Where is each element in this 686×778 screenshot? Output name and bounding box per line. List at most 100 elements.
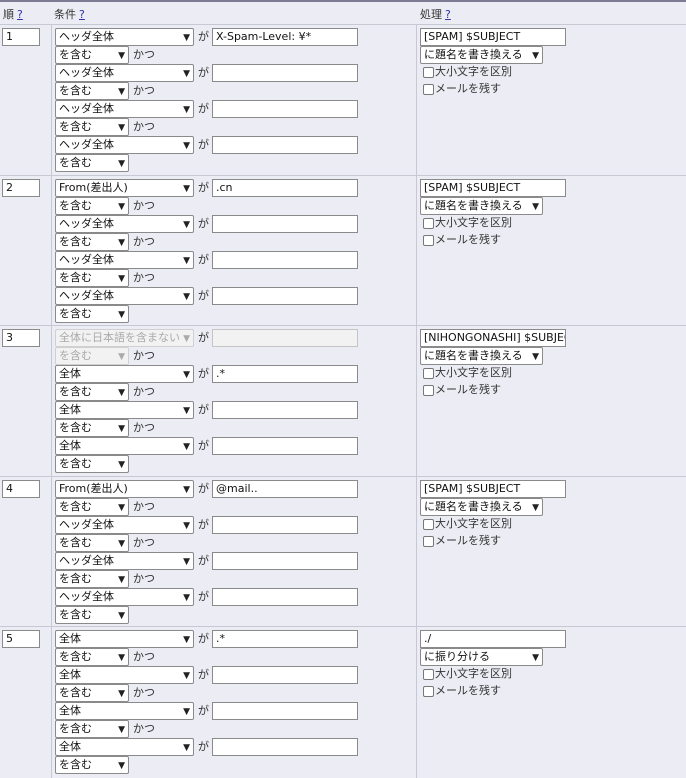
action-value-input[interactable]: [SPAM] $SUBJECT bbox=[420, 179, 566, 197]
condition-value-input[interactable] bbox=[212, 136, 358, 154]
keep-mail-checkbox[interactable] bbox=[423, 235, 434, 246]
condition-value-input[interactable] bbox=[212, 516, 358, 534]
condition-op-select-value: を含む bbox=[59, 500, 92, 513]
condition-op-select[interactable]: を含む ▼ bbox=[55, 606, 129, 624]
condition-field-select[interactable]: ヘッダ全体 ▼ bbox=[55, 516, 194, 534]
condition-field-select[interactable]: 全体 ▼ bbox=[55, 401, 194, 419]
chevron-down-icon: ▼ bbox=[183, 557, 190, 567]
keep-mail-checkbox[interactable] bbox=[423, 686, 434, 697]
condition-field-select[interactable]: 全体 ▼ bbox=[55, 738, 194, 756]
condition-field-select[interactable]: 全体 ▼ bbox=[55, 437, 194, 455]
condition-value-input[interactable] bbox=[212, 64, 358, 82]
katsu-label: かつ bbox=[133, 650, 155, 663]
condition-field-select[interactable]: ヘッダ全体 ▼ bbox=[55, 552, 194, 570]
condition-field-select[interactable]: 全体 ▼ bbox=[55, 365, 194, 383]
condition-field-select[interactable]: 全体 ▼ bbox=[55, 630, 194, 648]
condition-op-select[interactable]: を含む ▼ bbox=[55, 118, 129, 136]
condition-value-input[interactable]: @mail.. bbox=[212, 480, 358, 498]
action-type-select[interactable]: に題名を書き換える ▼ bbox=[420, 347, 543, 365]
condition-op-select[interactable]: を含む ▼ bbox=[55, 419, 129, 437]
action-type-select[interactable]: に題名を書き換える ▼ bbox=[420, 197, 543, 215]
chevron-down-icon: ▼ bbox=[118, 460, 125, 470]
condition-field-select[interactable]: ヘッダ全体 ▼ bbox=[55, 251, 194, 269]
chevron-down-icon: ▼ bbox=[183, 521, 190, 531]
condition-op-select[interactable]: を含む ▼ bbox=[55, 756, 129, 774]
help-link-order[interactable]: ? bbox=[17, 8, 23, 21]
condition-field-select[interactable]: ヘッダ全体 ▼ bbox=[55, 588, 194, 606]
keep-mail-label: メールを残す bbox=[435, 534, 501, 547]
action-value-input[interactable]: ./ bbox=[420, 630, 566, 648]
condition-value-input[interactable]: .* bbox=[212, 630, 358, 648]
action-type-select[interactable]: に振り分ける ▼ bbox=[420, 648, 543, 666]
condition-field-select[interactable]: ヘッダ全体 ▼ bbox=[55, 136, 194, 154]
condition-value-input[interactable] bbox=[212, 552, 358, 570]
condition-field-select[interactable]: ヘッダ全体 ▼ bbox=[55, 64, 194, 82]
condition-op-select[interactable]: を含む ▼ bbox=[55, 233, 129, 251]
condition-value-input[interactable] bbox=[212, 215, 358, 233]
condition-op-select[interactable]: を含む ▼ bbox=[55, 269, 129, 287]
condition-op-select[interactable]: を含む ▼ bbox=[55, 684, 129, 702]
case-sensitive-checkbox[interactable] bbox=[423, 519, 434, 530]
condition-value-input[interactable]: X-Spam-Level: ¥* bbox=[212, 28, 358, 46]
action-type-select[interactable]: に題名を書き換える ▼ bbox=[420, 498, 543, 516]
condition-value-input[interactable] bbox=[212, 287, 358, 305]
condition-field-select[interactable]: From(差出人) ▼ bbox=[55, 179, 194, 197]
condition-op-select[interactable]: を含む ▼ bbox=[55, 154, 129, 172]
keep-mail-checkbox[interactable] bbox=[423, 84, 434, 95]
condition-field-select[interactable]: ヘッダ全体 ▼ bbox=[55, 287, 194, 305]
condition-op-select[interactable]: を含む ▼ bbox=[55, 305, 129, 323]
condition-op-select[interactable]: を含む ▼ bbox=[55, 455, 129, 473]
chevron-down-icon: ▼ bbox=[118, 761, 125, 771]
condition-field-select[interactable]: ヘッダ全体 ▼ bbox=[55, 100, 194, 118]
condition-op-select[interactable]: を含む ▼ bbox=[55, 498, 129, 516]
condition-value-input[interactable] bbox=[212, 666, 358, 684]
ga-label: が bbox=[198, 403, 209, 416]
action-value-input[interactable]: [SPAM] $SUBJECT bbox=[420, 28, 566, 46]
rule-order-input[interactable]: 2 bbox=[2, 179, 40, 197]
condition-field-select[interactable]: ヘッダ全体 ▼ bbox=[55, 28, 194, 46]
condition-value-input[interactable] bbox=[212, 738, 358, 756]
condition-field-select-value: ヘッダ全体 bbox=[59, 30, 114, 43]
condition-field-select[interactable]: 全体 ▼ bbox=[55, 702, 194, 720]
condition-op-select[interactable]: を含む ▼ bbox=[55, 570, 129, 588]
condition-field-select[interactable]: 全体 ▼ bbox=[55, 666, 194, 684]
condition-field-select[interactable]: From(差出人) ▼ bbox=[55, 480, 194, 498]
action-type-select[interactable]: に題名を書き換える ▼ bbox=[420, 46, 543, 64]
condition-value-input[interactable]: .cn bbox=[212, 179, 358, 197]
condition-field-select[interactable]: ヘッダ全体 ▼ bbox=[55, 215, 194, 233]
condition-op-select[interactable]: を含む ▼ bbox=[55, 383, 129, 401]
condition-value-input[interactable] bbox=[212, 251, 358, 269]
rule-order-input[interactable]: 1 bbox=[2, 28, 40, 46]
ga-label: が bbox=[198, 554, 209, 567]
condition-op-select[interactable]: を含む ▼ bbox=[55, 648, 129, 666]
chevron-down-icon: ▼ bbox=[118, 274, 125, 284]
condition-value-input[interactable] bbox=[212, 702, 358, 720]
keep-mail-checkbox[interactable] bbox=[423, 536, 434, 547]
case-sensitive-checkbox[interactable] bbox=[423, 67, 434, 78]
condition-value-input[interactable] bbox=[212, 401, 358, 419]
condition-op-select[interactable]: を含む ▼ bbox=[55, 82, 129, 100]
chevron-down-icon: ▼ bbox=[118, 575, 125, 585]
action-value-input[interactable]: [SPAM] $SUBJECT bbox=[420, 480, 566, 498]
case-sensitive-checkbox[interactable] bbox=[423, 669, 434, 680]
case-sensitive-checkbox[interactable] bbox=[423, 218, 434, 229]
condition-field-select-value: From(差出人) bbox=[59, 482, 128, 495]
rule-order-input[interactable]: 4 bbox=[2, 480, 40, 498]
rule-order-input[interactable]: 3 bbox=[2, 329, 40, 347]
condition-op-select[interactable]: を含む ▼ bbox=[55, 197, 129, 215]
keep-mail-checkbox[interactable] bbox=[423, 385, 434, 396]
help-link-condition[interactable]: ? bbox=[79, 8, 85, 21]
condition-value-input[interactable] bbox=[212, 437, 358, 455]
condition-value-input[interactable] bbox=[212, 100, 358, 118]
condition-op-select[interactable]: を含む ▼ bbox=[55, 720, 129, 738]
chevron-down-icon: ▼ bbox=[118, 310, 125, 320]
case-sensitive-checkbox[interactable] bbox=[423, 368, 434, 379]
condition-op-select[interactable]: を含む ▼ bbox=[55, 534, 129, 552]
condition-op-select[interactable]: を含む ▼ bbox=[55, 46, 129, 64]
action-value-input[interactable]: [NIHONGONASHI] $SUBJECT bbox=[420, 329, 566, 347]
condition-value-input[interactable]: .* bbox=[212, 365, 358, 383]
rule-order-input[interactable]: 5 bbox=[2, 630, 40, 648]
help-link-action[interactable]: ? bbox=[445, 8, 451, 21]
header-action: 処理? bbox=[420, 8, 451, 21]
condition-value-input[interactable] bbox=[212, 588, 358, 606]
